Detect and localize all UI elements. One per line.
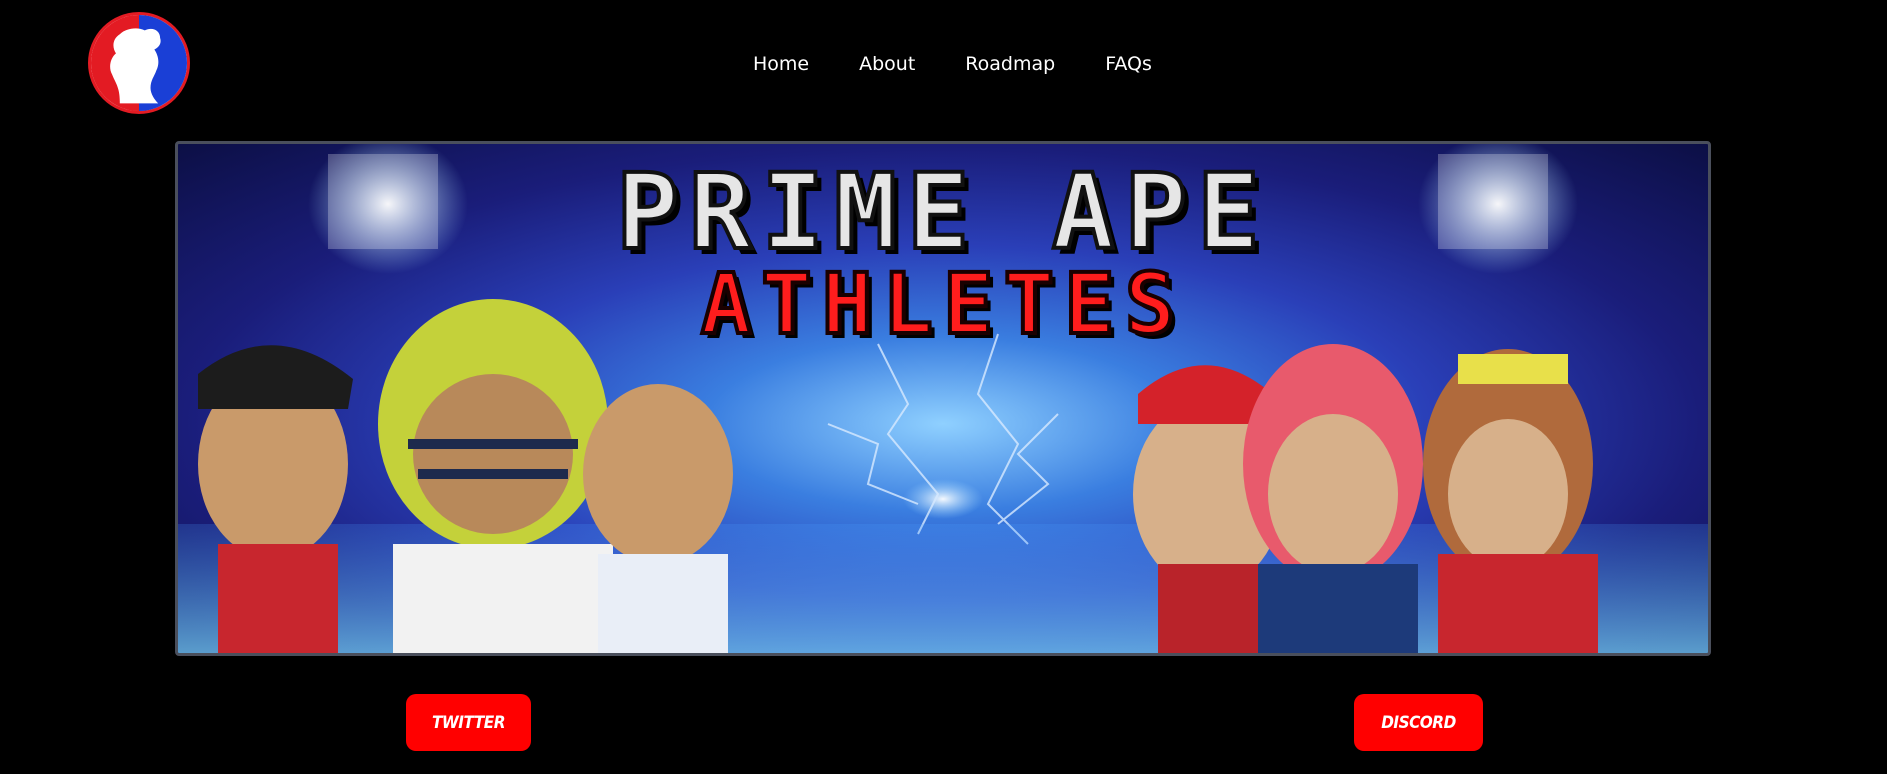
ape-silhouette-logo-icon (91, 15, 187, 111)
discord-button[interactable]: DISCORD (1354, 694, 1483, 751)
nav-home-link[interactable]: Home (753, 52, 809, 76)
nav-roadmap-link[interactable]: Roadmap (965, 52, 1055, 76)
hero-banner: PRIME APE ATHLETES (175, 141, 1711, 656)
ape-characters-left (198, 299, 733, 653)
main-nav: Home About Roadmap FAQs (753, 52, 1152, 76)
banner-title-line-2: ATHLETES (699, 255, 1186, 353)
twitter-button[interactable]: TWITTER (406, 694, 531, 751)
nav-about-link[interactable]: About (859, 52, 915, 76)
page: Home About Roadmap FAQs PRIME APE ATHLET… (0, 0, 1887, 774)
nav-faqs-link[interactable]: FAQs (1105, 52, 1152, 76)
banner-title-line-1: PRIME APE (614, 151, 1270, 273)
ape-characters-right (1133, 344, 1598, 653)
logo-icon[interactable] (88, 12, 190, 114)
